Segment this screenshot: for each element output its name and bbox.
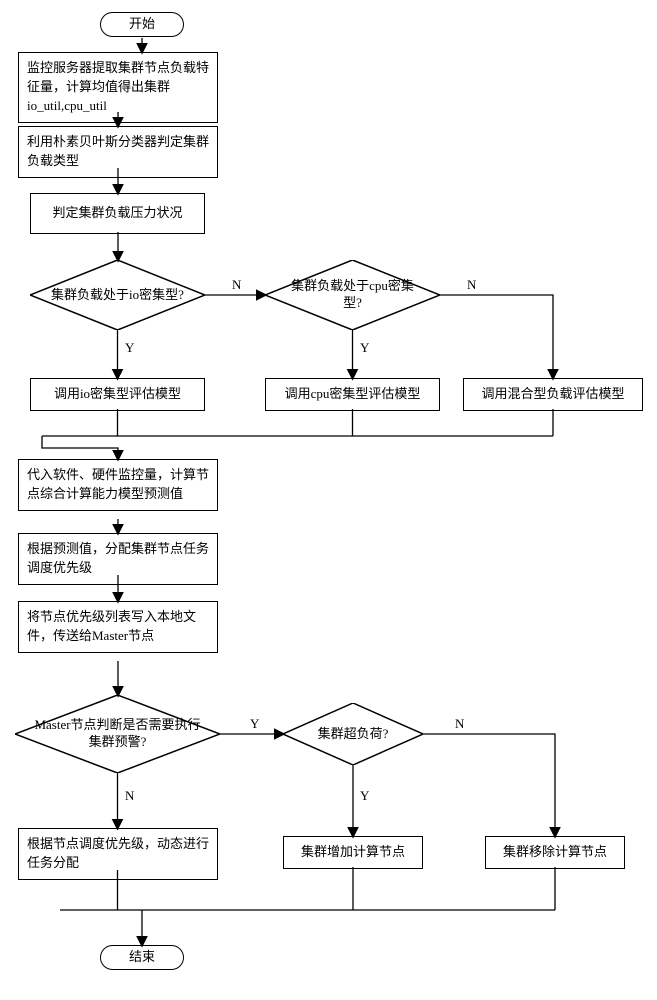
- process-write-file: 将节点优先级列表写入本地文件，传送给Master节点: [18, 601, 218, 653]
- process-dynamic-assign-text: 根据节点调度优先级，动态进行任务分配: [27, 836, 209, 870]
- label-d1-yes: Y: [125, 340, 134, 356]
- start-label: 开始: [129, 16, 155, 31]
- label-d4-yes: Y: [360, 788, 369, 804]
- decision-master-warning: Master节点判断是否需要执行集群预警?: [15, 695, 220, 773]
- process-extract-load-text: 监控服务器提取集群节点负载特征量，计算均值得出集群io_util,cpu_uti…: [27, 60, 209, 113]
- decision-overload: 集群超负荷?: [283, 703, 423, 765]
- process-dynamic-assign: 根据节点调度优先级，动态进行任务分配: [18, 828, 218, 880]
- decision-master-warning-text: Master节点判断是否需要执行集群预警?: [15, 695, 220, 773]
- process-add-node: 集群增加计算节点: [283, 836, 423, 869]
- process-compute-prediction-text: 代入软件、硬件监控量，计算节点综合计算能力模型预测值: [27, 467, 209, 501]
- process-judge-pressure-text: 判定集群负载压力状况: [52, 205, 182, 220]
- label-d3-yes: Y: [250, 716, 259, 732]
- process-extract-load: 监控服务器提取集群节点负载特征量，计算均值得出集群io_util,cpu_uti…: [18, 52, 218, 123]
- process-cpu-model: 调用cpu密集型评估模型: [265, 378, 440, 411]
- process-remove-node-text: 集群移除计算节点: [503, 844, 607, 859]
- process-assign-priority-text: 根据预测值，分配集群节点任务调度优先级: [27, 541, 209, 575]
- decision-overload-text: 集群超负荷?: [283, 703, 423, 765]
- label-d2-yes: Y: [360, 340, 369, 356]
- label-d2-no: N: [467, 277, 476, 293]
- process-bayes-classifier: 利用朴素贝叶斯分类器判定集群负载类型: [18, 126, 218, 178]
- label-d1-no: N: [232, 277, 241, 293]
- process-bayes-classifier-text: 利用朴素贝叶斯分类器判定集群负载类型: [27, 134, 209, 168]
- process-mixed-model-text: 调用混合型负载评估模型: [481, 386, 624, 401]
- process-assign-priority: 根据预测值，分配集群节点任务调度优先级: [18, 533, 218, 585]
- start-terminator: 开始: [100, 12, 184, 37]
- end-terminator: 结束: [100, 945, 184, 970]
- process-add-node-text: 集群增加计算节点: [301, 844, 405, 859]
- process-judge-pressure: 判定集群负载压力状况: [30, 193, 205, 234]
- decision-io-intensive-text: 集群负载处于io密集型?: [30, 260, 205, 330]
- process-remove-node: 集群移除计算节点: [485, 836, 625, 869]
- process-io-model: 调用io密集型评估模型: [30, 378, 205, 411]
- process-mixed-model: 调用混合型负载评估模型: [463, 378, 643, 411]
- label-d3-no: N: [125, 788, 134, 804]
- process-write-file-text: 将节点优先级列表写入本地文件，传送给Master节点: [27, 609, 196, 643]
- end-label: 结束: [129, 949, 155, 964]
- process-cpu-model-text: 调用cpu密集型评估模型: [285, 386, 421, 401]
- process-compute-prediction: 代入软件、硬件监控量，计算节点综合计算能力模型预测值: [18, 459, 218, 511]
- decision-cpu-intensive-text: 集群负载处于cpu密集型?: [265, 260, 440, 330]
- process-io-model-text: 调用io密集型评估模型: [54, 386, 181, 401]
- decision-io-intensive: 集群负载处于io密集型?: [30, 260, 205, 330]
- decision-cpu-intensive: 集群负载处于cpu密集型?: [265, 260, 440, 330]
- label-d4-no: N: [455, 716, 464, 732]
